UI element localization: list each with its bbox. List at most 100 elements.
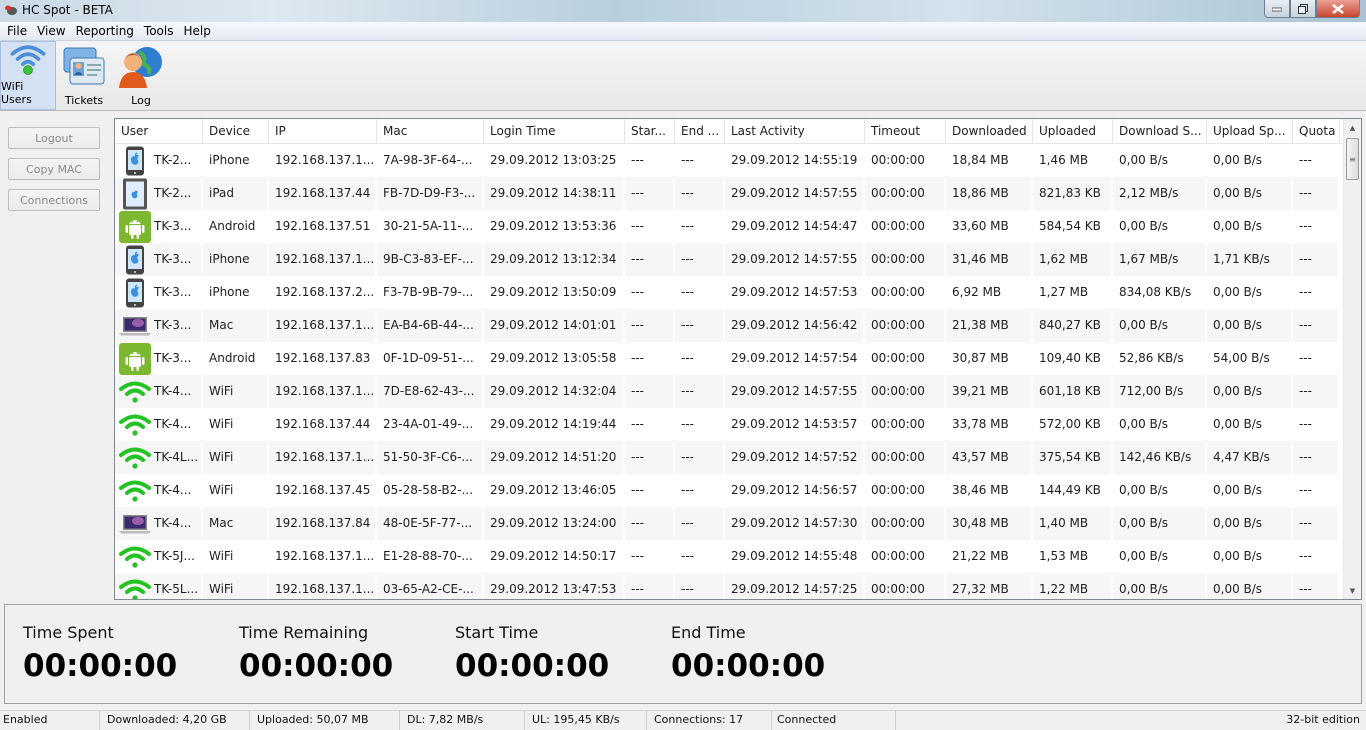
downloaded-cell: 30,87 MB	[946, 342, 1033, 375]
table-row[interactable]: TK-3... Android 192.168.137.83 0F-1D-09-51-…	[115, 342, 1343, 375]
ip-cell: 192.168.137.1...	[269, 375, 377, 408]
mac-cell: 9B-C3-83-EF-...	[377, 243, 484, 276]
status-enabled: Enabled	[0, 711, 100, 730]
restore-button[interactable]	[1290, 0, 1316, 18]
table-row[interactable]: TK-4... WiFi 192.168.137.44 23-4A-01-49-...…	[115, 408, 1343, 441]
table-row[interactable]: TK-4... WiFi 192.168.137.45 05-28-58-B2-...…	[115, 474, 1343, 507]
uploaded-cell: 144,49 KB	[1033, 474, 1113, 507]
user-cell: TK-3...	[115, 276, 203, 309]
column-header-end[interactable]: End ...	[675, 119, 725, 144]
menu-file[interactable]: File	[2, 24, 32, 38]
table-row[interactable]: TK-3... Mac 192.168.137.1... EA-B4-6B-44-..…	[115, 309, 1343, 342]
table-row[interactable]: TK-3... iPhone 192.168.137.2... F3-7B-9B-79…	[115, 276, 1343, 309]
menu-tools[interactable]: Tools	[139, 24, 179, 38]
device-cell: WiFi	[203, 573, 269, 599]
ip-cell: 192.168.137.1...	[269, 540, 377, 573]
connections-button[interactable]: Connections	[8, 189, 100, 211]
user-name: TK-4...	[154, 516, 192, 530]
last-activity-cell: 29.09.2012 14:56:57	[725, 474, 865, 507]
column-header-ip[interactable]: IP	[269, 119, 377, 144]
vertical-scrollbar[interactable]: ▲ ≡ ▼	[1343, 119, 1361, 599]
table-row[interactable]: TK-4... WiFi 192.168.137.1... 7D-E8-62-43-.…	[115, 375, 1343, 408]
timeout-cell: 00:00:00	[865, 474, 946, 507]
table-row[interactable]: TK-5J... WiFi 192.168.137.1... E1-28-88-70-…	[115, 540, 1343, 573]
device-cell: iPhone	[203, 243, 269, 276]
quota-cell: ---	[1293, 144, 1340, 177]
quota-cell: ---	[1293, 177, 1340, 210]
table-row[interactable]: TK-2... iPhone 192.168.137.1... 7A-98-3F-64…	[115, 144, 1343, 177]
end-cell: ---	[675, 243, 725, 276]
download-speed-cell: 0,00 B/s	[1113, 408, 1207, 441]
column-header-upload-speed[interactable]: Upload Sp...	[1207, 119, 1293, 144]
uploaded-cell: 601,18 KB	[1033, 375, 1113, 408]
column-header-user[interactable]: User	[115, 119, 203, 144]
status-dl-speed: DL: 7,82 MB/s	[400, 711, 525, 730]
table-row[interactable]: TK-4... Mac 192.168.137.84 48-0E-5F-77-... 2…	[115, 507, 1343, 540]
timeout-cell: 00:00:00	[865, 573, 946, 599]
column-header-downloaded[interactable]: Downloaded	[946, 119, 1033, 144]
mac-cell: EA-B4-6B-44-...	[377, 309, 484, 342]
menu-reporting[interactable]: Reporting	[71, 24, 139, 38]
timeout-cell: 00:00:00	[865, 408, 946, 441]
ip-cell: 192.168.137.51	[269, 210, 377, 243]
scrollbar-thumb[interactable]: ≡	[1346, 138, 1359, 180]
last-activity-cell: 29.09.2012 14:57:52	[725, 441, 865, 474]
quota-cell: ---	[1293, 507, 1340, 540]
upload-speed-cell: 0,00 B/s	[1207, 144, 1293, 177]
scroll-down-arrow-icon[interactable]: ▼	[1344, 582, 1361, 599]
column-header-quota[interactable]: Quota	[1293, 119, 1340, 144]
minimize-icon	[1272, 7, 1282, 11]
wifi-device-icon	[118, 475, 152, 507]
user-name: TK-5L...	[154, 582, 199, 596]
mac-cell: F3-7B-9B-79-...	[377, 276, 484, 309]
copy-mac-button[interactable]: Copy MAC	[8, 158, 100, 180]
column-header-device[interactable]: Device	[203, 119, 269, 144]
column-header-mac[interactable]: Mac	[377, 119, 484, 144]
end-time-value: 00:00:00	[671, 648, 826, 684]
login-time-cell: 29.09.2012 14:19:44	[484, 408, 625, 441]
table-row[interactable]: TK-3... Android 192.168.137.51 30-21-5A-11-…	[115, 210, 1343, 243]
table-row[interactable]: TK-2... iPad 192.168.137.44 FB-7D-D9-F3-...…	[115, 177, 1343, 210]
mac-cell: 7A-98-3F-64-...	[377, 144, 484, 177]
status-edition: 32-bit edition	[1286, 713, 1360, 726]
menu-help[interactable]: Help	[178, 24, 215, 38]
column-header-timeout[interactable]: Timeout	[865, 119, 946, 144]
logout-button[interactable]: Logout	[8, 127, 100, 149]
quota-cell: ---	[1293, 441, 1340, 474]
column-header-uploaded[interactable]: Uploaded	[1033, 119, 1113, 144]
start-cell: ---	[625, 540, 675, 573]
column-header-last-activity[interactable]: Last Activity	[725, 119, 865, 144]
upload-speed-cell: 54,00 B/s	[1207, 342, 1293, 375]
time-spent: Time Spent 00:00:00	[23, 623, 177, 684]
table-row[interactable]: TK-4L... WiFi 192.168.137.1... 51-50-3F-C6-…	[115, 441, 1343, 474]
uploaded-cell: 109,40 KB	[1033, 342, 1113, 375]
download-speed-cell: 0,00 B/s	[1113, 474, 1207, 507]
tickets-button[interactable]: Tickets	[56, 41, 112, 110]
table-row[interactable]: TK-3... iPhone 192.168.137.1... 9B-C3-83-EF…	[115, 243, 1343, 276]
quota-cell: ---	[1293, 342, 1340, 375]
table-row[interactable]: TK-5L... WiFi 192.168.137.1... 03-65-A2-CE-…	[115, 573, 1343, 599]
column-header-login-time[interactable]: Login Time	[484, 119, 625, 144]
status-connection-state: Connected	[772, 711, 896, 730]
close-button[interactable]	[1316, 0, 1360, 18]
menu-view[interactable]: View	[32, 24, 70, 38]
minimize-button[interactable]	[1264, 0, 1290, 18]
end-cell: ---	[675, 540, 725, 573]
quota-cell: ---	[1293, 309, 1340, 342]
timeout-cell: 00:00:00	[865, 375, 946, 408]
user-cell: TK-4L...	[115, 441, 203, 474]
login-time-cell: 29.09.2012 13:03:25	[484, 144, 625, 177]
upload-speed-cell: 1,71 KB/s	[1207, 243, 1293, 276]
last-activity-cell: 29.09.2012 14:55:19	[725, 144, 865, 177]
scroll-up-arrow-icon[interactable]: ▲	[1344, 119, 1361, 136]
ip-cell: 192.168.137.44	[269, 177, 377, 210]
user-cell: TK-3...	[115, 342, 203, 375]
start-time-value: 00:00:00	[455, 648, 610, 684]
column-header-download-speed[interactable]: Download S...	[1113, 119, 1207, 144]
wifi-users-button[interactable]: WiFi Users	[0, 41, 56, 110]
log-button[interactable]: Log	[112, 41, 170, 110]
last-activity-cell: 29.09.2012 14:57:55	[725, 177, 865, 210]
column-header-start[interactable]: Star...	[625, 119, 675, 144]
log-label: Log	[131, 94, 151, 107]
ip-cell: 192.168.137.1...	[269, 243, 377, 276]
